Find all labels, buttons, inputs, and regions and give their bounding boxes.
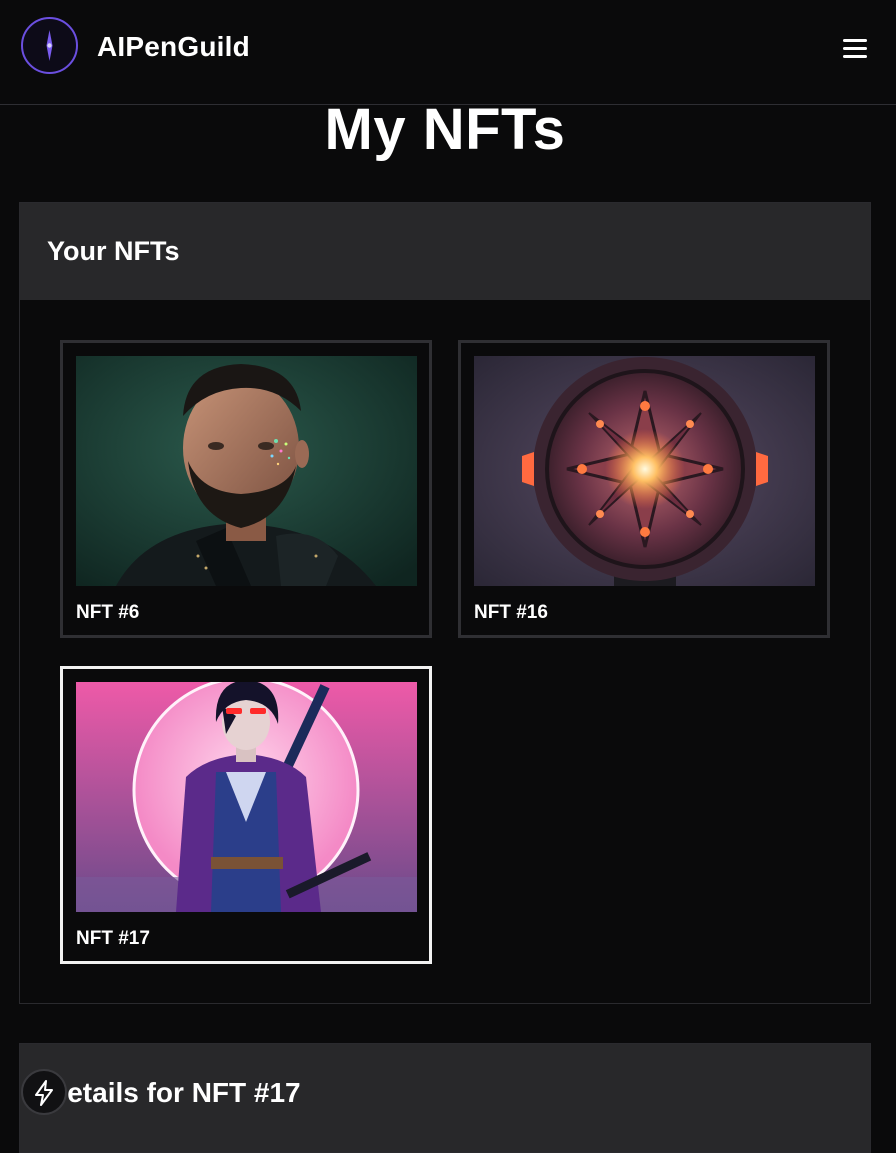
panel-title: Your NFTs <box>47 236 180 266</box>
your-nfts-panel: Your NFTs NFT #6 NFT #16 NFT #17 <box>19 202 871 1004</box>
lightning-bolt-icon[interactable] <box>21 1069 67 1115</box>
top-navigation-bar: AIPenGuild <box>0 0 896 105</box>
nft-details-panel: Details for NFT #17 <box>19 1043 871 1153</box>
nft-image-16 <box>474 356 815 586</box>
nft-image-17 <box>76 682 417 912</box>
page-title: My NFTs <box>324 97 566 162</box>
brand-name[interactable]: AIPenGuild <box>97 31 250 63</box>
details-title: Details for NFT #17 <box>47 1077 301 1108</box>
nft-image-6 <box>76 356 417 586</box>
nft-label: NFT #17 <box>76 928 150 949</box>
hamburger-menu-icon[interactable] <box>836 32 872 64</box>
panel-header: Your NFTs <box>20 203 870 300</box>
nft-card-16[interactable]: NFT #16 <box>458 340 830 638</box>
nft-card-17[interactable]: NFT #17 <box>60 666 432 964</box>
nft-label: NFT #16 <box>474 602 548 623</box>
nft-card-6[interactable]: NFT #6 <box>60 340 432 638</box>
nft-label: NFT #6 <box>76 602 140 623</box>
compass-icon[interactable] <box>21 17 78 74</box>
